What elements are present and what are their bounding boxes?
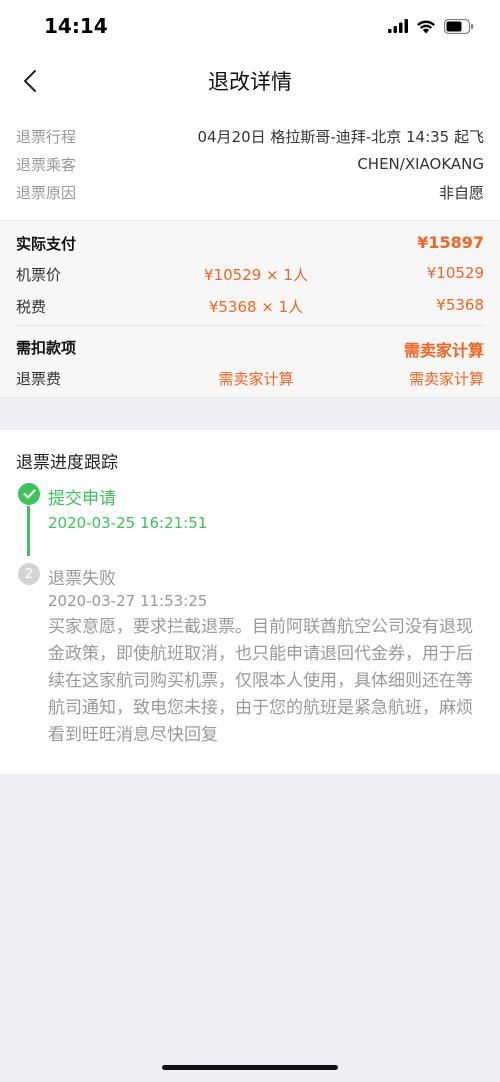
payment-section: 实际支付 ¥15897 机票价 ¥10529 × 1人 ¥10529 税费 ¥5… — [0, 220, 500, 398]
payment-row-tax: 税费 ¥5368 × 1人 ¥5368 — [16, 294, 484, 318]
progress-card: 退票进度跟踪 提交申请 2020-03-25 16:21:51 2 退票失败 2… — [0, 430, 500, 774]
deduction-row-amount: 需卖家计算 — [408, 370, 484, 388]
progress-title: 退票进度跟踪 — [16, 453, 118, 473]
payment-total: ¥15897 — [417, 233, 484, 252]
payment-row-ticket: 机票价 ¥10529 × 1人 ¥10529 — [16, 262, 484, 286]
deduction-row-fee: 退票费 需卖家计算 需卖家计算 — [16, 366, 484, 390]
deduction-header-label: 需扣款项 — [16, 339, 77, 357]
payment-row-amount: ¥10529 — [426, 264, 484, 282]
info-label: 退票行程 — [16, 127, 77, 146]
step-description: 买家意愿，要求拦截退票。目前阿联酋航空公司没有退现金政策，即使航班取消，也只能申… — [48, 617, 473, 745]
info-value: 非自愿 — [438, 183, 484, 202]
deduction-row-calc: 需卖家计算 — [218, 370, 294, 388]
step-connector — [27, 506, 30, 556]
step-name: 退票失败 — [48, 569, 116, 589]
home-indicator[interactable] — [162, 1065, 338, 1070]
payment-header-label: 实际支付 — [16, 235, 77, 253]
deduction-row-label: 退票费 — [16, 370, 62, 388]
step-number-marker: 2 — [18, 563, 40, 585]
info-label: 退票乘客 — [16, 155, 77, 174]
nav-bar: 退改详情 — [0, 56, 500, 106]
info-value: 04月20日 格拉斯哥-迪拜-北京 14:35 起飞 — [197, 127, 484, 146]
info-label: 退票原因 — [16, 183, 77, 202]
page-title: 退改详情 — [208, 70, 292, 94]
status-icons — [388, 16, 474, 36]
payment-row-amount: ¥5368 — [436, 296, 484, 314]
battery-icon — [444, 18, 474, 34]
payment-row-calc: ¥10529 × 1人 — [204, 266, 308, 284]
refund-info-card: 退票行程 04月20日 格拉斯哥-迪拜-北京 14:35 起飞 退票乘客 CHE… — [0, 106, 500, 220]
payment-row-label: 税费 — [16, 298, 47, 316]
step-time: 2020-03-27 11:53:25 — [48, 592, 208, 610]
payment-row-calc: ¥5368 × 1人 — [208, 298, 304, 316]
info-row-reason: 退票原因 非自愿 — [16, 180, 484, 204]
step-done-marker — [18, 483, 40, 505]
info-row-itinerary: 退票行程 04月20日 格拉斯哥-迪拜-北京 14:35 起飞 — [16, 124, 484, 148]
step-name: 提交申请 — [48, 489, 116, 509]
wifi-icon — [417, 20, 435, 33]
deduction-header-row: 需扣款项 需卖家计算 — [16, 335, 484, 360]
check-icon — [22, 489, 36, 499]
deduction-total: 需卖家计算 — [403, 341, 484, 360]
signal-icon — [388, 19, 408, 33]
step-number: 2 — [24, 566, 34, 582]
payment-header-row: 实际支付 ¥15897 — [16, 231, 484, 255]
status-time: 14:14 — [44, 14, 108, 38]
divider — [16, 325, 484, 326]
info-value: CHEN/XIAOKANG — [357, 155, 484, 173]
payment-row-label: 机票价 — [16, 266, 62, 284]
step-time: 2020-03-25 16:21:51 — [48, 514, 208, 532]
info-row-passenger: 退票乘客 CHEN/XIAOKANG — [16, 152, 484, 176]
status-bar: 14:14 — [0, 0, 500, 56]
